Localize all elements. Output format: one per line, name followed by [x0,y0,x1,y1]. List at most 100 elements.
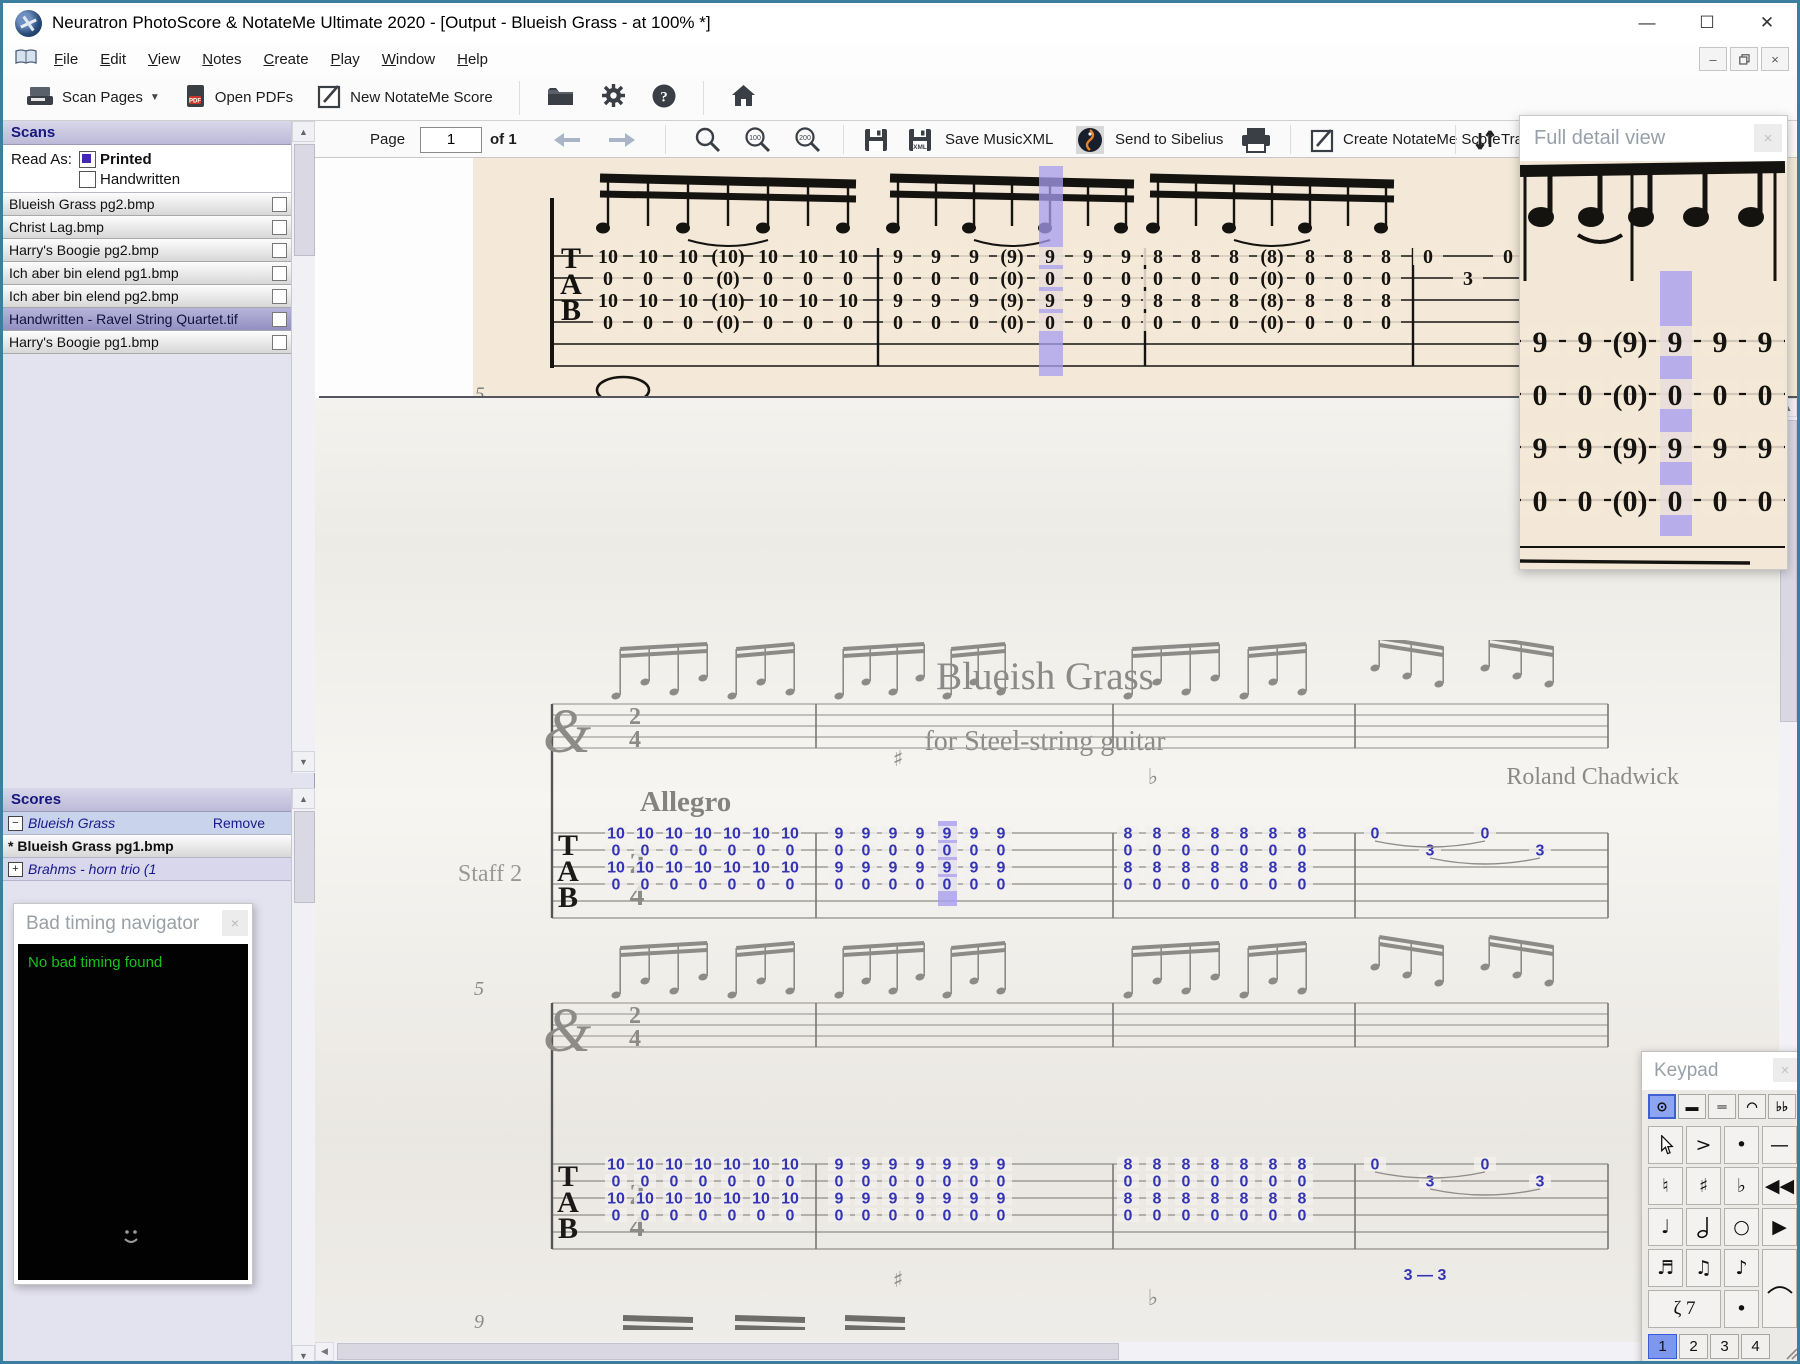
fermata-icon[interactable]: ◠ [1738,1094,1766,1119]
print-icon[interactable] [1240,121,1272,158]
tenuto-icon[interactable]: — [1762,1126,1797,1164]
scan-file-checkbox[interactable] [272,220,287,235]
menu-play[interactable]: Play [320,47,371,72]
horizontal-scrollbar-thumb[interactable] [337,1343,1119,1360]
help-button[interactable]: ? [643,79,685,117]
zoom-100-icon[interactable]: 100 [743,121,773,158]
home-button[interactable] [722,79,765,116]
scan-file-row[interactable]: Harry's Boogie pg2.bmp [3,239,291,262]
scan-file-checkbox[interactable] [272,197,287,212]
resize-grip-icon[interactable] [1784,1346,1797,1361]
half-note-icon[interactable] [1686,1208,1721,1246]
menu-edit[interactable]: Edit [89,47,137,72]
staccato-icon[interactable]: • [1724,1126,1759,1164]
menu-view[interactable]: View [137,47,191,72]
eighth-note-icon[interactable]: ♪ [1724,1249,1759,1287]
rests-icon[interactable]: ζ 7 [1648,1290,1721,1328]
menu-notes[interactable]: Notes [191,47,252,72]
mdi-restore-icon[interactable] [1730,47,1758,71]
printed-checkbox[interactable] [79,151,96,168]
save-icon[interactable] [863,121,889,158]
open-pdfs-button[interactable]: PDF Open PDFs [176,79,301,117]
transpose-icon[interactable] [1473,121,1497,158]
keypad-tab-1[interactable]: 1 [1648,1334,1677,1359]
new-notateme-score-button[interactable]: New NotateMe Score [309,79,501,117]
sharp-icon[interactable]: ♯ [1686,1167,1721,1205]
settings-button[interactable] [592,78,635,117]
collapse-icon[interactable]: − [8,815,23,831]
expand-icon[interactable]: + [8,861,23,877]
menu-create[interactable]: Create [253,47,320,72]
back-arrow-icon[interactable] [550,121,584,158]
menu-help[interactable]: Help [446,47,499,72]
scan-file-row[interactable]: Harry's Boogie pg1.bmp [3,331,291,354]
scan-file-checkbox[interactable] [272,312,287,327]
scan-file-checkbox[interactable] [272,266,287,281]
close-icon[interactable]: ✕ [1737,4,1797,42]
remove-link[interactable]: Remove [213,815,265,831]
keypad-tab-2[interactable]: 2 [1679,1334,1708,1359]
score-page-item[interactable]: * Blueish Grass pg1.bmp [3,835,291,858]
scans-scrollbar[interactable]: ▲ ▼ [291,121,316,773]
svg-text:9: 9 [1533,432,1548,465]
save-musicxml-button[interactable]: Save MusicXML [945,121,1053,158]
send-to-sibelius-button[interactable]: Send to Sibelius [1115,121,1223,158]
zoom-icon[interactable] [693,121,723,158]
scroll-left-icon[interactable]: ◀ [315,1342,334,1361]
zoom-200-icon[interactable]: 200 [793,121,823,158]
handwritten-checkbox[interactable] [79,171,96,188]
scan-file-row[interactable]: Ich aber bin elend pg2.bmp [3,285,291,308]
scan-file-row[interactable]: Ich aber bin elend pg1.bmp [3,262,291,285]
beamed-note-icon[interactable]: ♫ [1686,1249,1721,1287]
slur-icon[interactable] [1762,1249,1797,1328]
rewind-icon[interactable]: ◀◀ [1762,1167,1797,1205]
scan-file-row[interactable]: Christ Lag.bmp [3,216,291,239]
keypad-tab-3[interactable]: 3 [1710,1334,1739,1359]
close-icon[interactable]: × [1754,124,1782,152]
score-item-blueish-grass[interactable]: − Blueish Grass Remove [3,812,291,835]
double-barline-icon[interactable]: ═ [1708,1094,1736,1119]
scan-file-checkbox[interactable] [272,335,287,350]
scan-file-checkbox[interactable] [272,243,287,258]
save-xml-icon[interactable]: XML [907,121,933,158]
sibelius-icon[interactable] [1075,121,1105,158]
double-flat-icon[interactable]: ♭♭ [1768,1094,1796,1119]
minimize-icon[interactable]: — [1617,4,1677,42]
scans-scrollbar-thumb[interactable] [294,144,315,256]
dot-icon[interactable]: • [1724,1290,1759,1328]
page-number-input[interactable] [420,126,482,153]
mdi-minimize-icon[interactable]: – [1699,47,1727,71]
scroll-up-icon[interactable]: ▲ [292,121,315,142]
create-notateme-button[interactable]: Create NotateMe Score [1310,121,1501,158]
sixteenth-note-icon[interactable]: ♬ [1648,1249,1683,1287]
select-whole-note-icon[interactable]: ⊙ [1648,1094,1676,1119]
scan-file-row[interactable]: Blueish Grass pg2.bmp [3,193,291,216]
scores-scrollbar[interactable]: ▲ ▼ [291,788,316,1361]
keypad-tab-4[interactable]: 4 [1741,1334,1770,1359]
horizontal-scrollbar[interactable]: ◀ ▶ [315,1342,1779,1361]
play-icon[interactable]: ▶ [1762,1208,1797,1246]
mdi-close-icon[interactable]: × [1761,47,1789,71]
scroll-down-icon[interactable]: ▼ [292,751,315,772]
scan-file-checkbox[interactable] [272,289,287,304]
natural-icon[interactable]: ♮ [1648,1167,1683,1205]
maximize-icon[interactable]: ☐ [1677,4,1737,42]
score-item-brahms[interactable]: + Brahms - horn trio (1 [3,858,291,881]
flat-icon[interactable]: ♭ [1724,1167,1759,1205]
whole-note-icon[interactable]: ○ [1724,1208,1759,1246]
close-icon[interactable]: × [1773,1058,1797,1082]
menu-file[interactable]: File [43,47,89,72]
accent-icon[interactable]: > [1686,1126,1721,1164]
close-icon[interactable]: × [222,910,248,936]
menu-window[interactable]: Window [371,47,446,72]
scan-file-row[interactable]: Handwritten - Ravel String Quartet.tif [3,308,291,331]
scores-scrollbar-thumb[interactable] [294,811,315,903]
scroll-down-icon[interactable]: ▼ [292,1345,315,1361]
quarter-note-icon[interactable]: ♩ [1648,1208,1683,1246]
forward-arrow-icon[interactable] [605,121,639,158]
pointer-icon[interactable] [1648,1126,1683,1164]
breve-icon[interactable]: ▬ [1678,1094,1706,1119]
scroll-up-icon[interactable]: ▲ [292,788,315,809]
open-folder-button[interactable] [538,80,584,116]
scan-pages-button[interactable]: Scan Pages ▼ [17,80,168,116]
